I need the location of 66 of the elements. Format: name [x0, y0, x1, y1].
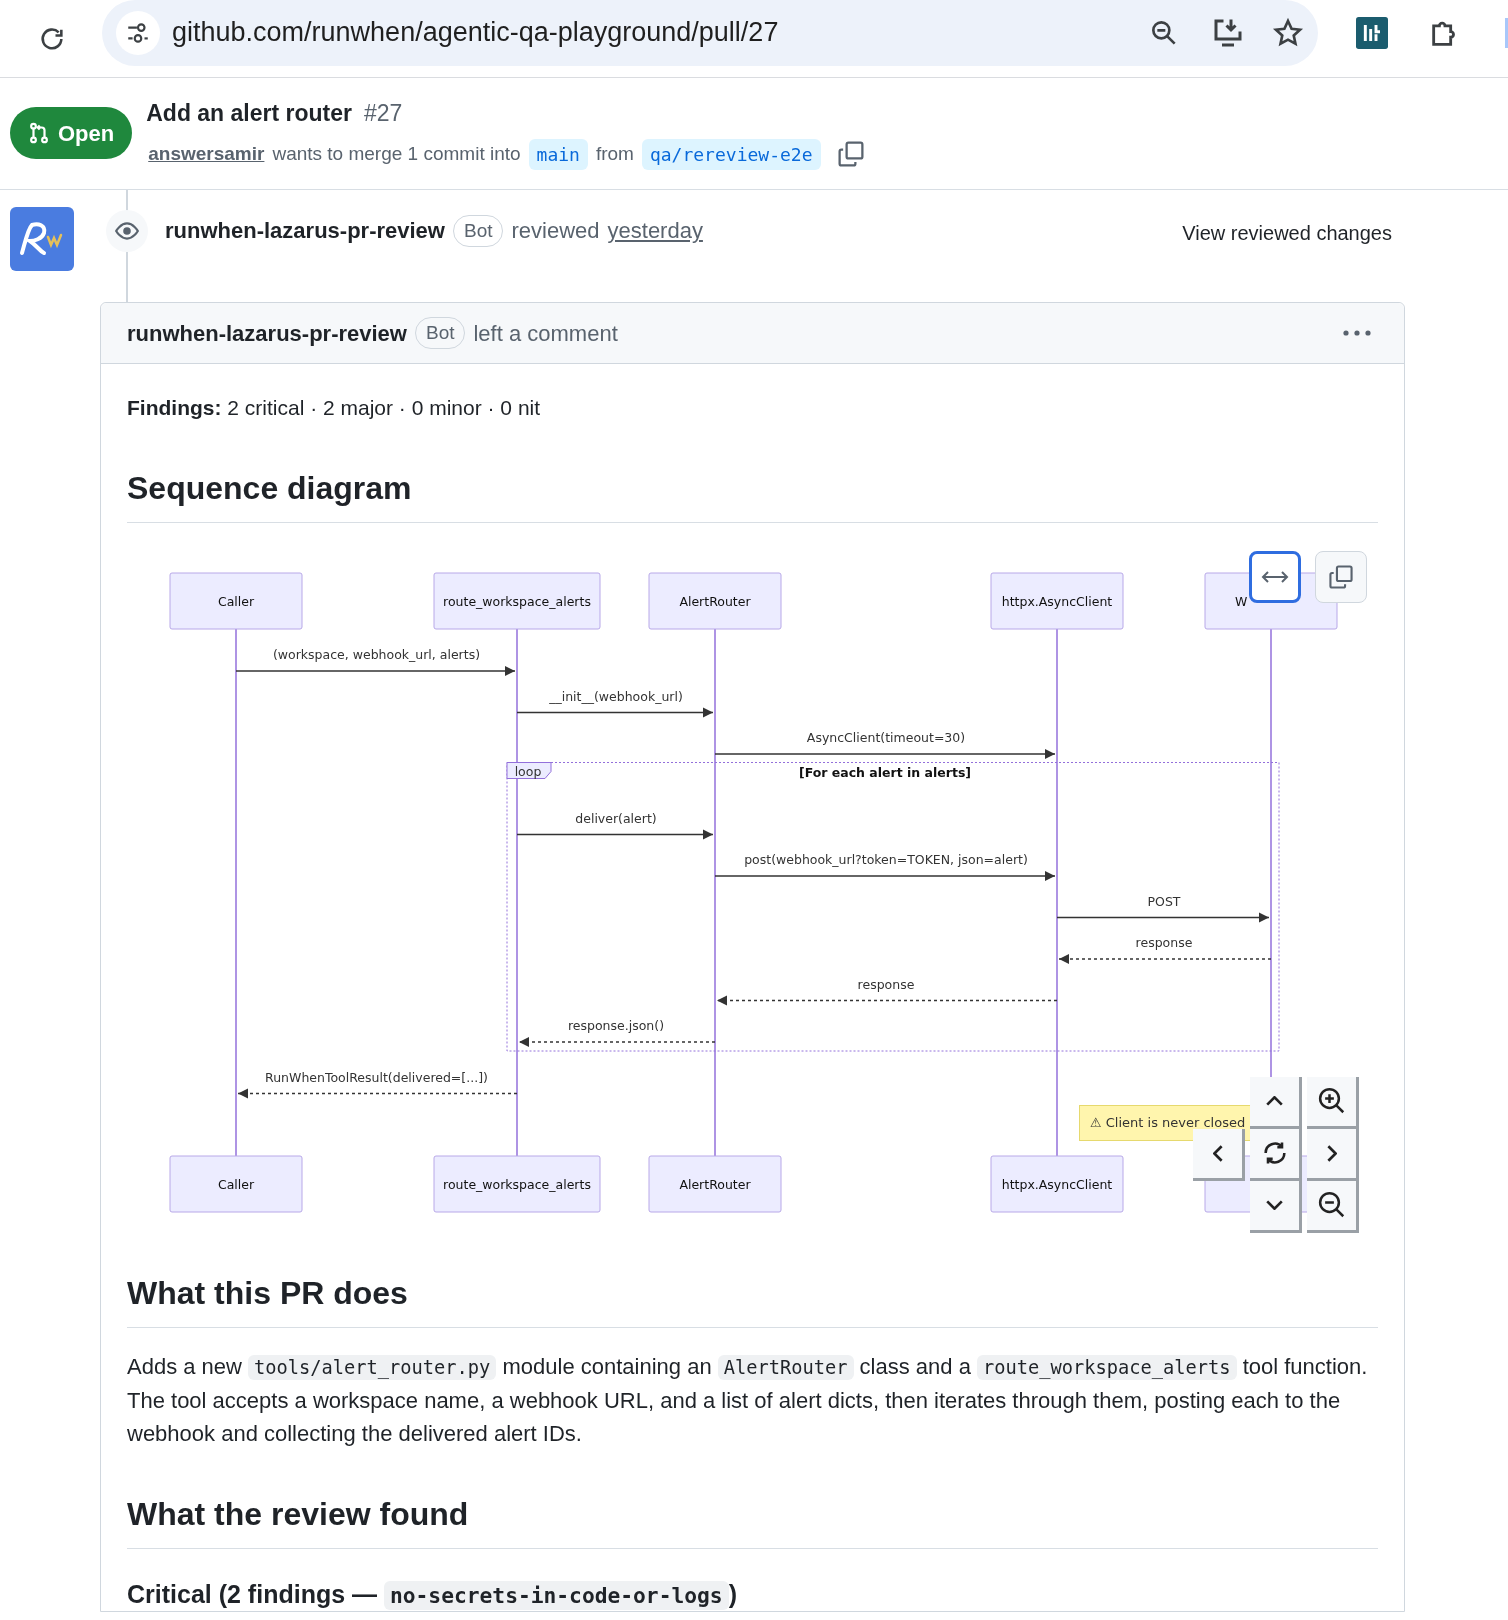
review-action: reviewed — [511, 217, 600, 245]
participant-label: httpx.AsyncClient — [1001, 1176, 1113, 1192]
participant-label: route_workspace_alerts — [443, 1176, 591, 1192]
findings-summary: Findings: 2 critical · 2 major · 0 minor · 0 nit — [127, 395, 542, 421]
reviewer-name[interactable]: runwhen-lazarus-pr-review — [165, 214, 445, 247]
participant-label: Caller — [217, 593, 255, 609]
section-heading: Sequence diagram — [127, 463, 1378, 523]
message-label: response — [1135, 934, 1193, 950]
message-label: (workspace, webhook_url, alerts) — [273, 646, 480, 662]
pr-title: Add an alert router — [146, 99, 352, 128]
head-branch[interactable]: qa/rereview-e2e — [641, 138, 821, 170]
author-link[interactable]: answersamir — [148, 139, 265, 169]
zoom-out-icon — [1316, 1190, 1347, 1220]
address-bar[interactable]: github.com/runwhen/agentic-qa-playground/pull/27 — [102, 0, 1318, 66]
message-label: post(webhook_url?token=TOKEN, json=alert) — [744, 851, 1028, 867]
reset-button[interactable] — [1250, 1128, 1302, 1181]
eye-icon — [106, 210, 148, 252]
copy-button[interactable] — [1315, 550, 1367, 603]
participant-label: W — [1235, 593, 1248, 609]
comment-action: left a comment — [473, 319, 618, 348]
comment-author[interactable]: runwhen-lazarus-pr-review — [127, 316, 407, 350]
window-edge-marker — [1505, 17, 1508, 48]
fullscreen-button[interactable] — [1249, 550, 1301, 603]
star-icon[interactable] — [1272, 16, 1304, 49]
more-options-icon[interactable] — [1342, 329, 1372, 337]
message-label: response — [857, 976, 915, 991]
base-branch[interactable]: main — [528, 138, 588, 170]
message-label: AsyncClient(timeout=30) — [806, 729, 966, 745]
message-label: RunWhenToolResult(delivered=[...]) — [265, 1069, 488, 1084]
zoom-in-button[interactable] — [1307, 1076, 1359, 1129]
pull-request-icon — [28, 122, 50, 144]
copy-icon — [1328, 563, 1354, 590]
pr-status-badge: Open — [10, 107, 133, 159]
bot-avatar[interactable] — [10, 207, 74, 271]
chevron-right-icon — [1326, 1144, 1337, 1162]
expand-icon — [1261, 568, 1289, 585]
from-text: from — [595, 141, 634, 166]
pr-number: #27 — [364, 99, 403, 128]
participant-label: AlertRouter — [679, 593, 751, 609]
review-time-link[interactable]: yesterday — [607, 214, 703, 247]
section-heading: What this PR does — [127, 1268, 1378, 1328]
site-settings-icon[interactable] — [116, 10, 160, 55]
zoom-in-icon — [1316, 1086, 1347, 1116]
loop-label: loop — [506, 761, 552, 779]
merge-text: wants to merge 1 commit into — [272, 141, 521, 166]
chevron-left-icon — [1212, 1144, 1223, 1162]
message-label: POST — [1147, 893, 1181, 908]
section-heading: What the review found — [127, 1489, 1378, 1549]
view-reviewed-changes-link[interactable]: View reviewed changes — [1182, 218, 1392, 248]
loop-condition: [For each alert in alerts] — [798, 764, 972, 779]
participant-label: AlertRouter — [679, 1176, 751, 1192]
findings-subheading: Critical (2 findings — no-secrets-in-code-or-logs ) — [127, 1578, 738, 1611]
chevron-down-icon — [1266, 1200, 1283, 1210]
url-text: github.com/runwhen/agentic-qa-playground/pull/27 — [172, 16, 779, 50]
participant-label: Caller — [217, 1176, 255, 1192]
copy-icon[interactable] — [836, 140, 865, 168]
message-label: __init__(webhook_url) — [549, 688, 683, 703]
message-label: response.json() — [567, 1017, 665, 1033]
pan-left-button[interactable] — [1193, 1128, 1245, 1181]
chevron-up-icon — [1266, 1096, 1283, 1106]
participant-label: route_workspace_alerts — [443, 593, 591, 609]
message-label: deliver(alert) — [575, 810, 657, 825]
zoom-out-button[interactable] — [1307, 1180, 1359, 1233]
description-paragraph: Adds a new tools/alert_router.py module containing an AlertRouter class and a route_workspace_alerts tool function. The tool accepts a workspace name, a webhook URL, and a list of alert dicts, then iterates through them, posting each to the webhook and collecting the delivered alert IDs. — [127, 1352, 1369, 1448]
participant-label: httpx.AsyncClient — [1001, 593, 1113, 609]
extension-icon[interactable] — [1356, 16, 1388, 49]
